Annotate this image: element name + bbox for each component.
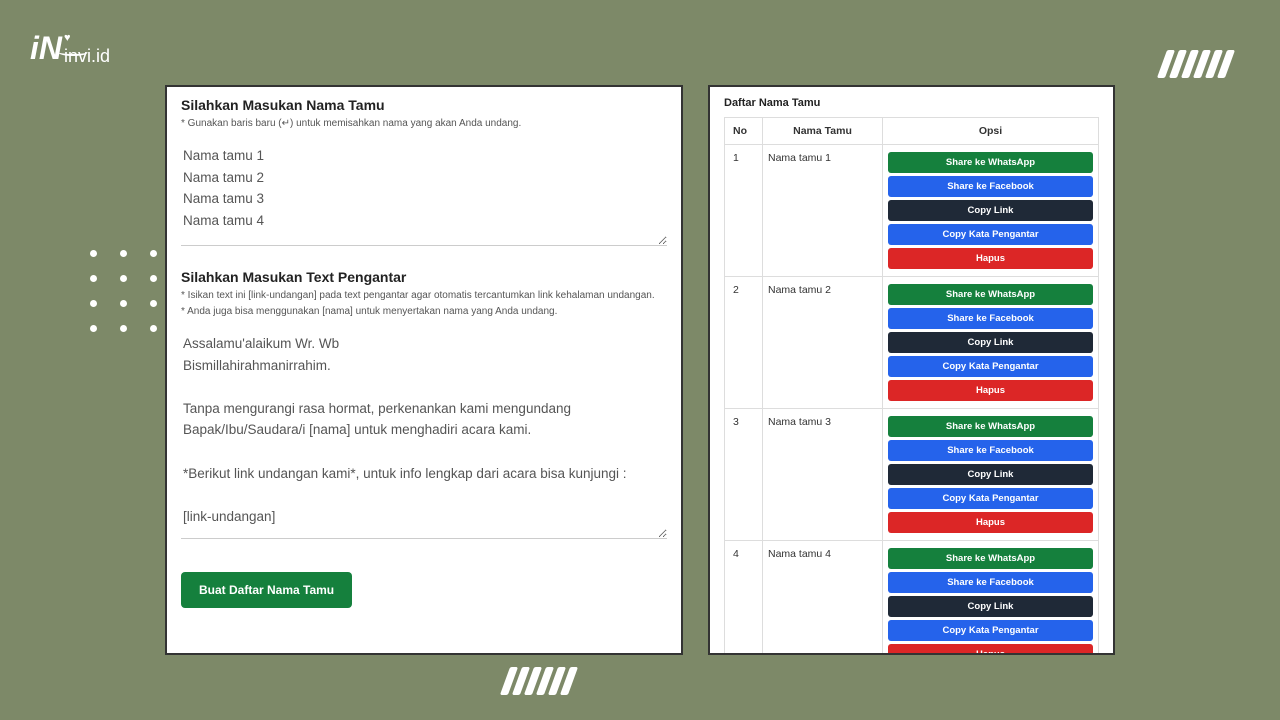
share-facebook-button[interactable]: Share ke Facebook — [888, 176, 1093, 197]
copy-link-button[interactable]: Copy Link — [888, 596, 1093, 617]
table-row: 4Nama tamu 4Share ke WhatsApp Share ke Fa… — [725, 541, 1099, 656]
brand-logo: iN♥invi.id — [30, 30, 110, 67]
cell-opsi: Share ke WhatsApp Share ke Facebook Copy L… — [883, 409, 1099, 541]
intro-note2: * Anda juga bisa menggunakan [nama] untu… — [181, 305, 667, 319]
delete-button[interactable]: Hapus — [888, 248, 1093, 269]
copy-intro-button[interactable]: Copy Kata Pengantar — [888, 224, 1093, 245]
intro-title: Silahkan Masukan Text Pengantar — [181, 269, 667, 285]
share-facebook-button[interactable]: Share ke Facebook — [888, 308, 1093, 329]
col-no: No — [725, 118, 763, 145]
share-facebook-button[interactable]: Share ke Facebook — [888, 572, 1093, 593]
copy-intro-button[interactable]: Copy Kata Pengantar — [888, 356, 1093, 377]
cell-opsi: Share ke WhatsApp Share ke Facebook Copy L… — [883, 145, 1099, 277]
input-panel: Silahkan Masukan Nama Tamu * Gunakan bar… — [165, 85, 683, 655]
cell-name: Nama tamu 2 — [763, 277, 883, 409]
copy-intro-button[interactable]: Copy Kata Pengantar — [888, 488, 1093, 509]
share-whatsapp-button[interactable]: Share ke WhatsApp — [888, 416, 1093, 437]
copy-intro-button[interactable]: Copy Kata Pengantar — [888, 620, 1093, 641]
cell-name: Nama tamu 1 — [763, 145, 883, 277]
col-opsi: Opsi — [883, 118, 1099, 145]
guest-table: No Nama Tamu Opsi 1Nama tamu 1Share ke W… — [724, 117, 1099, 655]
delete-button[interactable]: Hapus — [888, 380, 1093, 401]
dots-decoration-icon — [90, 250, 162, 332]
table-row: 1Nama tamu 1Share ke WhatsApp Share ke Fa… — [725, 145, 1099, 277]
copy-link-button[interactable]: Copy Link — [888, 332, 1093, 353]
cell-name: Nama tamu 3 — [763, 409, 883, 541]
slashes-decoration-icon — [505, 667, 573, 695]
cell-no: 2 — [725, 277, 763, 409]
cell-name: Nama tamu 4 — [763, 541, 883, 656]
guest-names-input[interactable] — [181, 141, 667, 246]
intro-note1: * Isikan text ini [link-undangan] pada t… — [181, 289, 667, 303]
table-row: 3Nama tamu 3Share ke WhatsApp Share ke Fa… — [725, 409, 1099, 541]
share-whatsapp-button[interactable]: Share ke WhatsApp — [888, 152, 1093, 173]
create-guest-list-button[interactable]: Buat Daftar Nama Tamu — [181, 572, 352, 608]
cell-no: 1 — [725, 145, 763, 277]
share-whatsapp-button[interactable]: Share ke WhatsApp — [888, 284, 1093, 305]
col-name: Nama Tamu — [763, 118, 883, 145]
table-row: 2Nama tamu 2Share ke WhatsApp Share ke Fa… — [725, 277, 1099, 409]
share-whatsapp-button[interactable]: Share ke WhatsApp — [888, 548, 1093, 569]
intro-text-input[interactable] — [181, 329, 667, 539]
cell-no: 4 — [725, 541, 763, 656]
delete-button[interactable]: Hapus — [888, 644, 1093, 655]
copy-link-button[interactable]: Copy Link — [888, 464, 1093, 485]
copy-link-button[interactable]: Copy Link — [888, 200, 1093, 221]
slashes-decoration-icon — [1162, 50, 1230, 78]
delete-button[interactable]: Hapus — [888, 512, 1093, 533]
cell-no: 3 — [725, 409, 763, 541]
guest-table-title: Daftar Nama Tamu — [724, 97, 1099, 109]
cell-opsi: Share ke WhatsApp Share ke Facebook Copy L… — [883, 277, 1099, 409]
share-facebook-button[interactable]: Share ke Facebook — [888, 440, 1093, 461]
cell-opsi: Share ke WhatsApp Share ke Facebook Copy L… — [883, 541, 1099, 656]
guests-title: Silahkan Masukan Nama Tamu — [181, 97, 667, 113]
guest-table-panel: Daftar Nama Tamu No Nama Tamu Opsi 1Nama… — [708, 85, 1115, 655]
guests-note: * Gunakan baris baru (↵) untuk memisahka… — [181, 117, 667, 131]
